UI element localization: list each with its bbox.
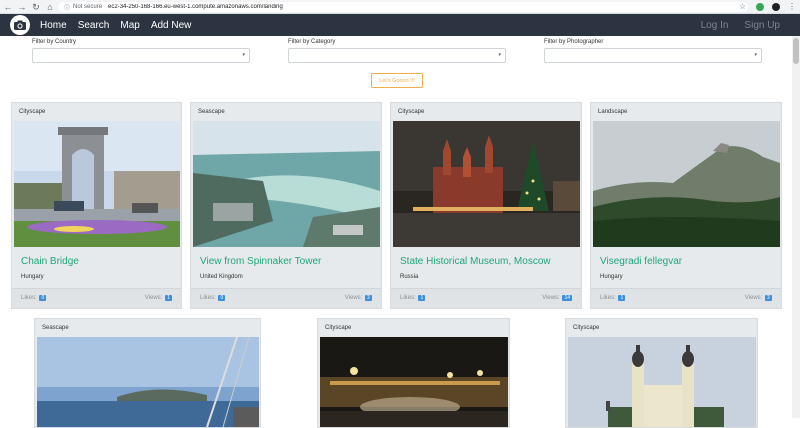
url-text[interactable]: ec2-34-250-168-166.eu-west-1.compute.ama…	[108, 4, 283, 10]
card-category: Landscape	[598, 109, 628, 115]
photographer-select[interactable]: ▾	[544, 48, 762, 63]
photo-card[interactable]: Cityscape	[317, 318, 510, 428]
card-category: Cityscape	[325, 325, 352, 331]
views-badge: 2	[365, 295, 372, 301]
card-photo[interactable]	[568, 337, 756, 427]
card-footer: Likes: 1 Views: 14	[391, 288, 581, 308]
page-scrollbar[interactable]	[792, 36, 800, 418]
home-icon[interactable]: ⌂	[44, 1, 56, 13]
card-category: Cityscape	[19, 109, 46, 115]
card-photo[interactable]	[14, 121, 180, 247]
likes-badge: 1	[618, 295, 626, 301]
address-bar[interactable]: ⓘ Not secure ec2-34-250-168-166.eu-west-…	[58, 2, 748, 12]
country-filter-label: Filter by Country	[32, 39, 77, 45]
card-country: Hungary	[21, 274, 44, 280]
card-photo[interactable]	[193, 121, 380, 247]
card-country: Hungary	[600, 274, 623, 280]
card-category: Cityscape	[398, 109, 425, 115]
card-title[interactable]: Visegradi fellegvar	[600, 256, 682, 267]
card-photo[interactable]	[593, 121, 780, 247]
card-category: Seascape	[42, 325, 69, 331]
security-label: Not secure	[73, 4, 103, 10]
card-footer: Likes: 0 Views: 1	[12, 288, 181, 308]
likes: Likes: 1	[600, 295, 626, 301]
nav-home[interactable]: Home	[40, 20, 67, 31]
category-select[interactable]: ▾	[288, 48, 506, 63]
browser-toolbar: ← → ↻ ⌂ ⓘ Not secure ec2-34-250-168-166.…	[0, 0, 800, 14]
card-photo[interactable]	[393, 121, 580, 247]
photographer-filter-label: Filter by Photographer	[544, 39, 604, 45]
views: Views: 1	[145, 295, 172, 301]
card-photo[interactable]	[37, 337, 259, 427]
forward-icon[interactable]: →	[16, 1, 28, 13]
views-badge: 2	[765, 295, 772, 301]
views: Views: 2	[745, 295, 772, 301]
go-button[interactable]: Let's Goooo !!!	[371, 73, 423, 88]
auth-links: Log In Sign Up	[685, 14, 780, 36]
card-footer: Likes: 1 Views: 2	[591, 288, 781, 308]
photo-card[interactable]: Cityscape	[565, 318, 758, 428]
likes: Likes: 0	[200, 295, 226, 301]
card-title[interactable]: State Historical Museum, Moscow	[400, 256, 551, 267]
info-icon[interactable]: ⓘ	[64, 3, 70, 12]
country-filter: Filter by Country ▾	[32, 39, 250, 63]
bookmark-star-icon[interactable]: ☆	[739, 2, 746, 11]
likes: Likes: 1	[400, 295, 426, 301]
caret-down-icon: ▾	[242, 52, 245, 58]
likes-badge: 0	[39, 295, 47, 301]
extension-icon[interactable]	[756, 3, 764, 11]
likes-badge: 0	[218, 295, 226, 301]
card-country: Russia	[400, 274, 419, 280]
card-category: Seascape	[198, 109, 225, 115]
back-icon[interactable]: ←	[2, 1, 14, 13]
caret-down-icon: ▾	[498, 52, 501, 58]
card-footer: Likes: 0 Views: 2	[191, 288, 381, 308]
nav-add-new[interactable]: Add New	[151, 20, 192, 31]
caret-down-icon: ▾	[754, 52, 757, 58]
card-country: United Kingdom	[200, 274, 243, 280]
photo-card[interactable]: Seascape	[34, 318, 261, 428]
login-link[interactable]: Log In	[701, 20, 729, 31]
card-category: Cityscape	[573, 325, 600, 331]
nav-search[interactable]: Search	[78, 20, 110, 31]
scrollbar-thumb[interactable]	[793, 38, 799, 64]
views-badge: 1	[165, 295, 172, 301]
likes-badge: 1	[418, 295, 426, 301]
views-badge: 14	[562, 295, 572, 301]
card-photo[interactable]	[320, 337, 508, 427]
photo-card[interactable]: Cityscape State Historical Museum, Mosco…	[390, 102, 582, 309]
browser-menu-icon[interactable]: ⋮	[788, 2, 796, 11]
signup-link[interactable]: Sign Up	[744, 20, 780, 31]
photographer-filter: Filter by Photographer ▾	[544, 39, 762, 63]
profile-avatar[interactable]	[772, 3, 780, 11]
camera-logo-icon[interactable]	[10, 15, 30, 35]
photo-card[interactable]: Seascape View from Spinnaker Tower Unite…	[190, 102, 382, 309]
photo-card[interactable]: Landscape Visegradi fellegvar Hungary Li…	[590, 102, 782, 309]
photo-card[interactable]: Cityscape Chain Bridge Hungary Likes: 0 …	[11, 102, 182, 309]
likes: Likes: 0	[21, 295, 47, 301]
views: Views: 2	[345, 295, 372, 301]
card-title[interactable]: Chain Bridge	[21, 256, 79, 267]
country-select[interactable]: ▾	[32, 48, 250, 63]
reload-icon[interactable]: ↻	[30, 1, 42, 13]
category-filter: Filter by Category ▾	[288, 39, 506, 63]
views: Views: 14	[542, 295, 572, 301]
nav-links: Home Search Map Add New	[40, 14, 202, 36]
category-filter-label: Filter by Category	[288, 39, 336, 45]
card-title[interactable]: View from Spinnaker Tower	[200, 256, 321, 267]
nav-map[interactable]: Map	[120, 20, 139, 31]
